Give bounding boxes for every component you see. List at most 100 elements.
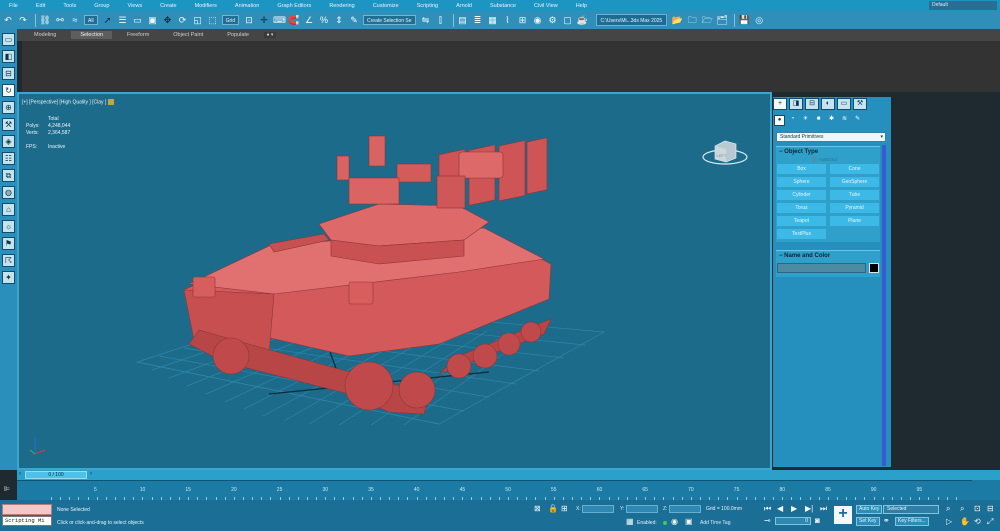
undo-icon[interactable]: ↶ [2,14,14,26]
set-key-button[interactable]: Set Key [856,517,880,526]
maxscript-mini-listener[interactable]: Scripting Mi [2,516,52,526]
helpers-icon[interactable]: ✱ [826,115,837,126]
select-by-name-left-icon[interactable]: ☷ [2,152,15,165]
add-time-tag[interactable]: Add Time Tag [700,520,730,526]
key-mode-icon[interactable]: ⚭ [883,516,890,525]
current-frame-field[interactable]: 0 [775,517,811,525]
systems-icon[interactable]: ✎ [852,115,863,126]
primitive-category-dropdown[interactable]: Standard Primitives ▾ [776,132,886,142]
toggle-ribbon-icon[interactable]: ▦ [487,14,499,26]
key-filters-button[interactable]: Key Filters... [895,517,929,526]
menu-scripting[interactable]: Scripting [408,3,447,9]
geometry-icon[interactable]: ● [774,115,785,126]
tab-modeling[interactable]: Modeling [25,31,65,39]
render-setup-icon[interactable]: ⚙ [547,14,559,26]
spacewarp-icon[interactable]: ☈ [2,254,15,267]
set-project-icon[interactable]: 🗂 [716,14,728,26]
select-object-icon[interactable]: ➚ [102,14,114,26]
ribbon-options-icon[interactable]: ● ▾ [263,32,276,38]
z-coordinate-field[interactable] [669,505,701,513]
menu-arnold[interactable]: Arnold [447,3,481,9]
rectangular-selection-icon[interactable]: ▭ [132,14,144,26]
time-prev-arrow-icon[interactable]: ‹ [19,471,21,477]
utilities-tab-icon[interactable]: ⚒ [853,98,867,110]
modify-panel-icon[interactable]: ◧ [2,50,15,63]
select-manipulate-icon[interactable]: ✛ [258,14,270,26]
unlink-icon[interactable]: ⚯ [54,14,66,26]
box-button[interactable]: Box [777,164,826,175]
workspace-dropdown[interactable]: Default [929,1,997,10]
menu-animation[interactable]: Animation [226,3,268,9]
rotate-icon[interactable]: ⟳ [177,14,189,26]
lights-icon[interactable]: ☀ [800,115,811,126]
percent-snap-icon[interactable]: % [318,14,330,26]
absolute-mode-icon[interactable]: ⊞ [561,504,568,513]
material-icon[interactable]: ◍ [2,186,15,199]
textplus-button[interactable]: TextPlus [777,229,826,240]
display-tab-icon[interactable]: ▭ [837,98,851,110]
material-editor-icon[interactable]: ◉ [532,14,544,26]
light-icon[interactable]: ☼ [2,220,15,233]
zoom-icon[interactable]: ⌕ [946,504,950,514]
helper-icon[interactable]: ⚑ [2,237,15,250]
go-to-end-icon[interactable]: ⏭ [820,504,827,514]
systems-icon[interactable]: ✦ [2,271,15,284]
camera-icon[interactable]: ⌂ [2,203,15,216]
pyramid-button[interactable]: Pyramid [830,203,879,214]
modify-tab-icon[interactable]: ◨ [789,98,803,110]
selection-filter-dropdown[interactable]: All [84,15,98,25]
menu-rendering[interactable]: Rendering [320,3,363,9]
time-slider-handle[interactable]: 0 / 100 [25,471,87,479]
menu-graph-editors[interactable]: Graph Editors [268,3,320,9]
object-type-title[interactable]: − Object Type [776,147,880,157]
isolate-icon[interactable]: ◈ [2,135,15,148]
place-icon[interactable]: ⬚ [207,14,219,26]
hierarchy-panel-icon[interactable]: ⊟ [2,67,15,80]
tab-selection[interactable]: Selection [71,31,112,39]
pan-icon[interactable]: ✋ [960,517,970,526]
tag-icon[interactable]: ▣ [685,517,693,526]
edit-named-selection-icon[interactable]: ✎ [348,14,360,26]
bind-spacewarp-icon[interactable]: ≈ [69,14,81,26]
utilities-panel-icon[interactable]: ⚒ [2,118,15,131]
mirror-icon[interactable]: ⇋ [420,14,432,26]
cameras-icon[interactable]: ■ [813,115,824,126]
schematic-view-icon[interactable]: ⊞ [517,14,529,26]
redo-icon[interactable]: ↷ [17,14,29,26]
move-icon[interactable]: ✥ [162,14,174,26]
reference-coordinate-dropdown[interactable]: Grid [221,15,240,25]
object-color-swatch[interactable] [869,263,879,273]
curve-editor-icon[interactable]: ⌇ [502,14,514,26]
create-tab-icon[interactable]: + [773,98,787,110]
window-crossing-icon[interactable]: ▣ [147,14,159,26]
time-tag-icon[interactable]: ▦ [626,517,634,526]
keyboard-shortcut-override-icon[interactable]: ⌨ [273,14,286,26]
menu-file[interactable]: File [0,3,27,9]
time-slider[interactable]: ‹ 0 / 100 › [17,470,1000,480]
viewcube[interactable]: LEFT [701,130,749,170]
teapot-button[interactable]: Teapot [777,216,826,227]
layers-icon[interactable]: ⧉ [2,169,15,182]
menu-customize[interactable]: Customize [364,3,408,9]
link-icon[interactable]: ⛓ [39,14,51,26]
cylinder-button[interactable]: Cylinder [777,190,826,201]
open-folder-icon[interactable]: 📂 [671,14,683,26]
viewport-label[interactable]: [+] [Perspective] [High Quality ] [Clay … [22,99,115,105]
save-icon[interactable]: 💾 [738,14,750,26]
object-name-field[interactable] [777,263,867,273]
tab-populate[interactable]: Populate [218,31,258,39]
zoom-all-icon[interactable]: ⌕ [960,504,964,514]
motion-panel-icon[interactable]: ↻ [2,84,15,97]
name-and-color-title[interactable]: − Name and Color [776,251,880,261]
zoom-extents-all-icon[interactable]: ⊟ [987,504,994,513]
sign-in-icon[interactable]: ◎ [753,14,765,26]
zoom-extents-icon[interactable]: ⊡ [974,504,981,513]
named-selection-dropdown[interactable]: Create Selection Se [363,15,416,25]
menu-help[interactable]: Help [567,3,596,9]
play-icon[interactable]: ▶ [791,504,797,513]
x-coordinate-field[interactable] [582,505,614,513]
sphere-button[interactable]: Sphere [777,177,826,188]
save-folder-icon[interactable]: 🗀 [686,14,698,26]
project-path-dropdown[interactable]: C:\Users\Mi...3ds Max 2025 [595,14,668,26]
key-mode-toggle-icon[interactable]: ⊸ [764,516,771,525]
